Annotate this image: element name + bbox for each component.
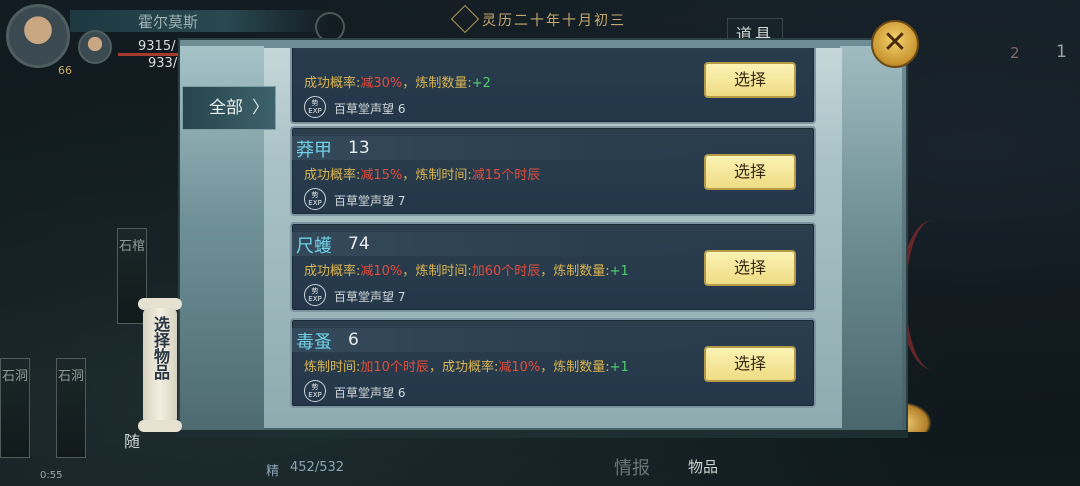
- scroll-bottom-cap: [138, 420, 182, 432]
- select-item-scroll-label: 选择物品: [143, 308, 177, 424]
- companion-avatar[interactable]: [78, 30, 112, 64]
- item-list[interactable]: 成功概率:减30%，炼制数量:+2 势 EXP 百草堂声望 6 选择 莽甲 13 …: [290, 48, 816, 414]
- tab-all-label: 全部: [209, 98, 243, 118]
- item-name: 毒蚤: [296, 332, 332, 353]
- select-button[interactable]: 选择: [704, 346, 796, 382]
- close-icon[interactable]: ✕: [871, 20, 919, 68]
- player-hud-bar: [70, 10, 330, 32]
- jing-label: 精: [266, 464, 280, 479]
- jing-value: 452/532: [290, 460, 345, 475]
- exp-badge-icon: 势 EXP: [304, 96, 326, 118]
- panel-bottom-rod: [176, 430, 908, 438]
- qingbao-button[interactable]: 情报: [614, 454, 650, 480]
- item-repute: 百草堂声望 7: [334, 194, 406, 208]
- item-effects: 成功概率:减15%，炼制时间:减15个时辰: [304, 168, 541, 183]
- item-count: 6: [348, 330, 359, 350]
- wupin-button[interactable]: 物品: [688, 456, 718, 477]
- right-counter-a: 2: [1010, 44, 1020, 62]
- select-button[interactable]: 选择: [704, 62, 796, 98]
- exp-badge-icon: 势 EXP: [304, 380, 326, 402]
- tab-all[interactable]: 全部 〉: [182, 86, 276, 130]
- panel-right-rail: [840, 46, 902, 432]
- item-repute: 百草堂声望 6: [334, 102, 406, 116]
- right-counter-b: 1: [1056, 42, 1067, 62]
- item-effects: 成功概率:减30%，炼制数量:+2: [304, 76, 491, 91]
- item-count: 13: [348, 138, 370, 158]
- item-effects: 炼制时间:加10个时辰，成功概率:减10%，炼制数量:+1: [304, 360, 629, 375]
- exp-badge-icon: 势 EXP: [304, 188, 326, 210]
- chevron-right-icon: 〉: [252, 98, 269, 118]
- list-item: 毒蚤 6 炼制时间:加10个时辰，成功概率:减10%，炼制数量:+1 势 EXP …: [290, 318, 816, 408]
- select-button[interactable]: 选择: [704, 154, 796, 190]
- game-date: 灵历二十年十月初三: [482, 13, 626, 29]
- scroll-label-text: 选择物品: [151, 316, 170, 380]
- list-item: 莽甲 13 成功概率:减15%，炼制时间:减15个时辰 势 EXP 百草堂声望 7…: [290, 126, 816, 216]
- decorative-ribbon: [900, 220, 966, 370]
- item-name: 莽甲: [296, 140, 332, 161]
- sui-label: 随: [124, 432, 141, 451]
- exp-badge-icon: 势 EXP: [304, 284, 326, 306]
- item-repute: 百草堂声望 7: [334, 290, 406, 304]
- list-item: 成功概率:减30%，炼制数量:+2 势 EXP 百草堂声望 6 选择: [290, 48, 816, 124]
- level-text: 66: [58, 64, 72, 77]
- item-repute: 百草堂声望 6: [334, 386, 406, 400]
- select-button[interactable]: 选择: [704, 250, 796, 286]
- item-name: 尺蠖: [296, 236, 332, 257]
- item-count: 74: [348, 234, 370, 254]
- location-tag-shidong-1[interactable]: 石洞: [0, 358, 30, 458]
- player-name: 霍尔莫斯: [138, 13, 199, 31]
- list-item: 尺蠖 74 成功概率:减10%，炼制时间:加60个时辰，炼制数量:+1 势 EXP…: [290, 222, 816, 312]
- location-tag-shidong-2[interactable]: 石洞: [56, 358, 86, 458]
- player-avatar[interactable]: [6, 4, 70, 68]
- hp-text: 9315/: [138, 39, 176, 54]
- item-effects: 成功概率:减10%，炼制时间:加60个时辰，炼制数量:+1: [304, 264, 629, 279]
- clock-text: 0:55: [40, 470, 63, 481]
- mp-text: 933/: [148, 56, 178, 71]
